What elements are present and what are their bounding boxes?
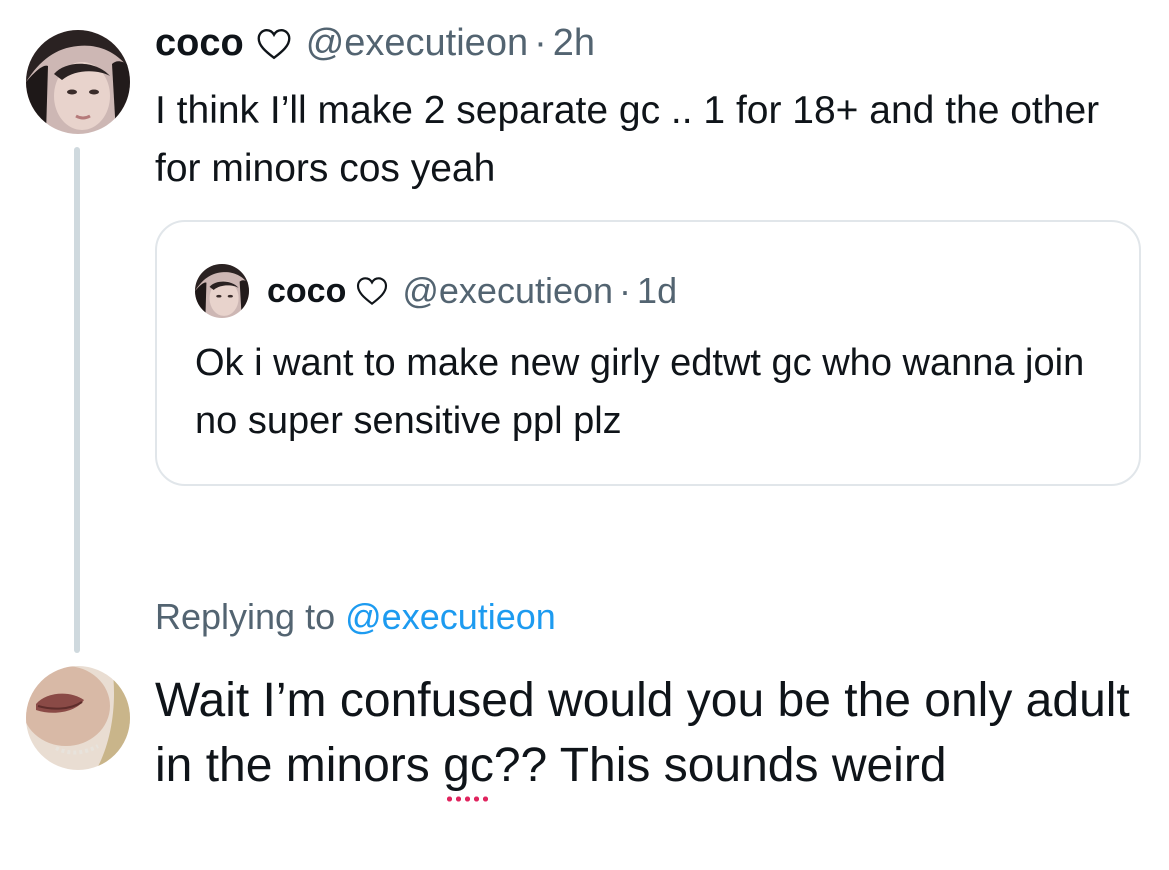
replying-to-label: Replying to xyxy=(155,596,336,637)
heart-icon xyxy=(257,28,291,59)
tweet-timestamp[interactable]: 2h xyxy=(553,22,595,65)
tweet-author-handle[interactable]: @executieon xyxy=(306,22,528,65)
avatar-photo xyxy=(195,264,249,318)
quoted-tweet-text: Ok i want to make new girly edtwt gc who… xyxy=(195,342,1085,442)
quoted-tweet-card[interactable]: coco @executieon · 1d Ok i want to make … xyxy=(155,220,1141,486)
reply-text-end: ?? This sounds weird xyxy=(493,739,947,792)
heart-icon xyxy=(357,277,388,306)
tweet-text: I think I’ll make 2 separate gc .. 1 for… xyxy=(155,89,1100,190)
avatar-photo xyxy=(26,30,130,134)
quoted-timestamp: 1d xyxy=(637,270,678,311)
separator-dot: · xyxy=(534,22,547,64)
tweet-author-name[interactable]: coco xyxy=(155,22,244,65)
replying-to-line: Replying to @executieon xyxy=(155,596,556,638)
replying-to-mention-link[interactable]: @executieon xyxy=(345,596,556,637)
quoted-author-handle: @executieon xyxy=(402,270,614,311)
quoted-author-avatar xyxy=(195,264,249,318)
spellcheck-underlined-word: gc xyxy=(443,733,494,802)
tweet-header: coco @executieon · 2h xyxy=(155,22,595,65)
separator-dot: · xyxy=(619,270,632,311)
reply-author-avatar[interactable] xyxy=(26,666,130,770)
quoted-author-name: coco xyxy=(267,271,347,310)
avatar-photo xyxy=(26,666,130,770)
thread-connector-line xyxy=(74,147,80,653)
quoted-tweet-header: coco @executieon · 1d xyxy=(195,264,677,318)
tweet-author-avatar[interactable] xyxy=(26,30,130,134)
reply-text: Wait I’m confused would you be the only … xyxy=(155,668,1145,802)
